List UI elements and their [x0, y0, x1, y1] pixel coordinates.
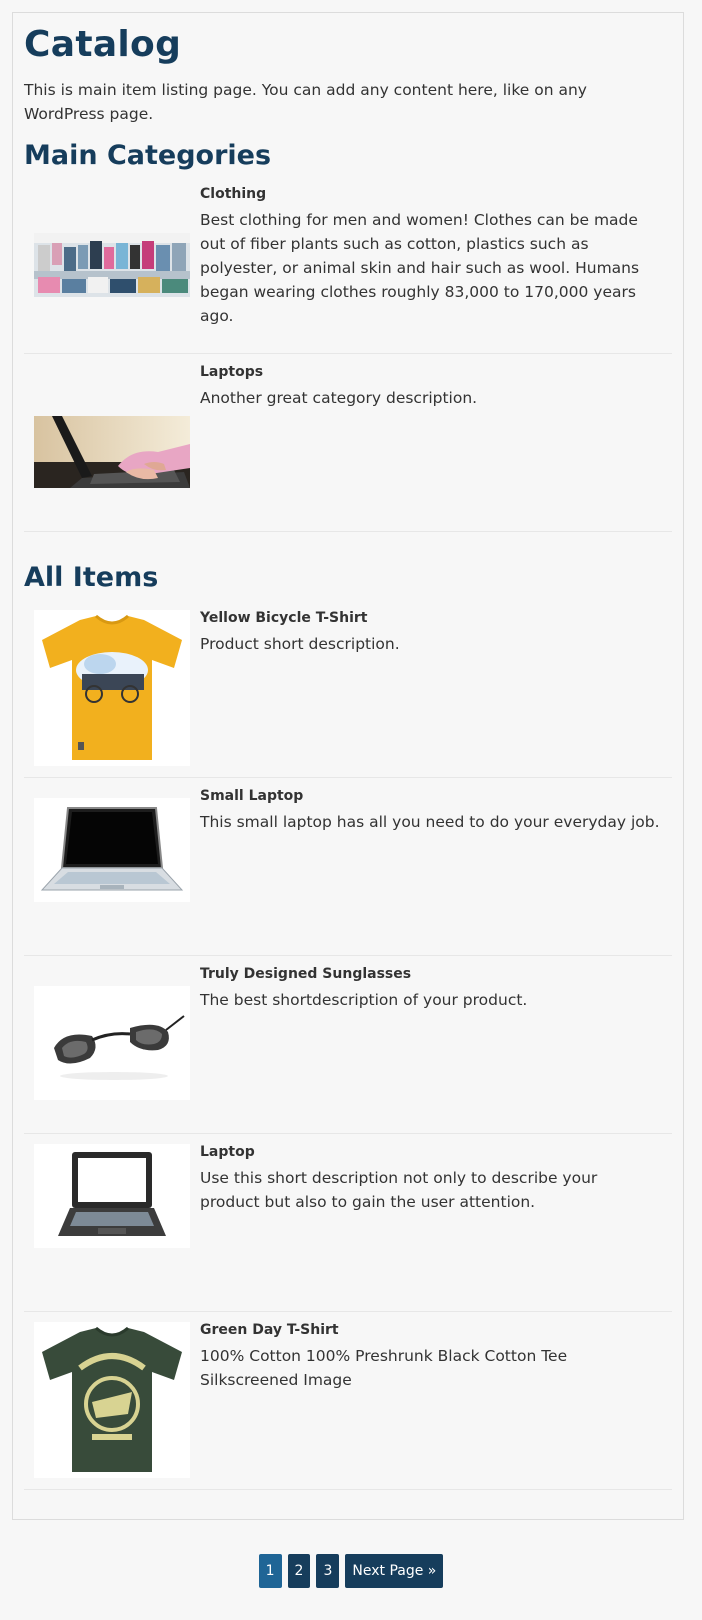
item-name[interactable]: Small Laptop [200, 788, 303, 804]
next-page-button[interactable]: Next Page » [345, 1554, 444, 1588]
item-row-green-day-tshirt[interactable]: Green Day T-Shirt 100% Cotton 100% Presh… [24, 1312, 672, 1490]
item-description: Product short description. [200, 635, 400, 653]
item-description: 100% Cotton 100% Preshrunk Black Cotton … [200, 1347, 568, 1389]
item-name[interactable]: Yellow Bicycle T-Shirt [200, 610, 367, 626]
category-name[interactable]: Laptops [200, 364, 263, 380]
item-row-small-laptop[interactable]: Small Laptop This small laptop has all y… [24, 778, 672, 956]
sunglasses-image[interactable] [34, 986, 190, 1100]
small-laptop-image[interactable] [34, 798, 190, 902]
yellow-tshirt-image[interactable] [34, 610, 190, 766]
green-day-tshirt-image[interactable] [34, 1322, 190, 1478]
item-name[interactable]: Laptop [200, 1144, 255, 1160]
laptops-category-image[interactable] [34, 416, 190, 488]
pagination: 1 2 3 Next Page » [0, 1554, 702, 1588]
item-description: This small laptop has all you need to do… [200, 813, 660, 831]
item-name[interactable]: Truly Designed Sunglasses [200, 966, 411, 982]
page-3-button[interactable]: 3 [316, 1554, 340, 1588]
item-row-laptop[interactable]: Laptop Use this short description not on… [24, 1134, 672, 1312]
category-name[interactable]: Clothing [200, 186, 266, 202]
page-intro: This is main item listing page. You can … [24, 81, 587, 123]
category-description: Best clothing for men and women! Clothes… [200, 211, 640, 325]
item-name[interactable]: Green Day T-Shirt [200, 1322, 339, 1338]
item-row-yellow-bicycle-tshirt[interactable]: Yellow Bicycle T-Shirt Product short des… [24, 600, 672, 778]
item-description: Use this short description not only to d… [200, 1169, 598, 1211]
page-1-button[interactable]: 1 [258, 1554, 282, 1588]
category-description: Another great category description. [200, 389, 478, 407]
category-row-laptops[interactable]: Laptops Another great category descripti… [24, 354, 672, 532]
main-categories-heading: Main Categories [24, 140, 272, 171]
page-title: Catalog [24, 24, 182, 65]
item-description: The best shortdescription of your produc… [200, 991, 528, 1009]
category-row-clothing[interactable]: Clothing Best clothing for men and women… [24, 176, 672, 354]
page-2-button[interactable]: 2 [287, 1554, 311, 1588]
laptop-image[interactable] [34, 1144, 190, 1248]
item-row-sunglasses[interactable]: Truly Designed Sunglasses The best short… [24, 956, 672, 1134]
clothing-category-image[interactable] [34, 233, 190, 297]
all-items-heading: All Items [24, 562, 159, 593]
